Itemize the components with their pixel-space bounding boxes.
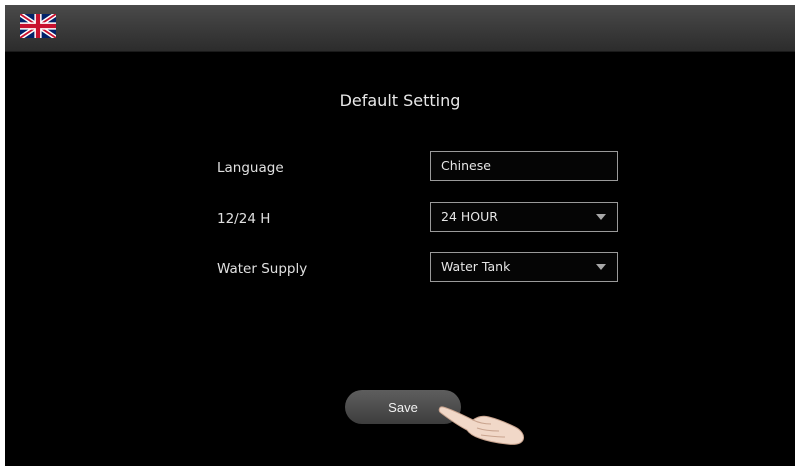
pointing-hand-icon: [438, 406, 524, 445]
water-supply-select[interactable]: Water Tank: [430, 252, 618, 282]
time-format-select[interactable]: 24 HOUR: [430, 202, 618, 232]
chevron-down-icon: [596, 214, 606, 220]
water-supply-value: Water Tank: [441, 259, 511, 274]
top-bar: [5, 5, 795, 52]
time-format-value: 24 HOUR: [441, 209, 498, 224]
time-format-label: 12/24 H: [217, 211, 271, 227]
language-label: Language: [217, 160, 284, 176]
app-screen: Default Setting Language Chinese 12/24 H…: [5, 5, 795, 466]
uk-flag-icon[interactable]: [20, 14, 56, 38]
chevron-down-icon: [596, 264, 606, 270]
page-title: Default Setting: [339, 91, 461, 110]
water-supply-label: Water Supply: [217, 261, 308, 277]
language-value: Chinese: [441, 158, 491, 173]
language-field[interactable]: Chinese: [430, 151, 618, 181]
